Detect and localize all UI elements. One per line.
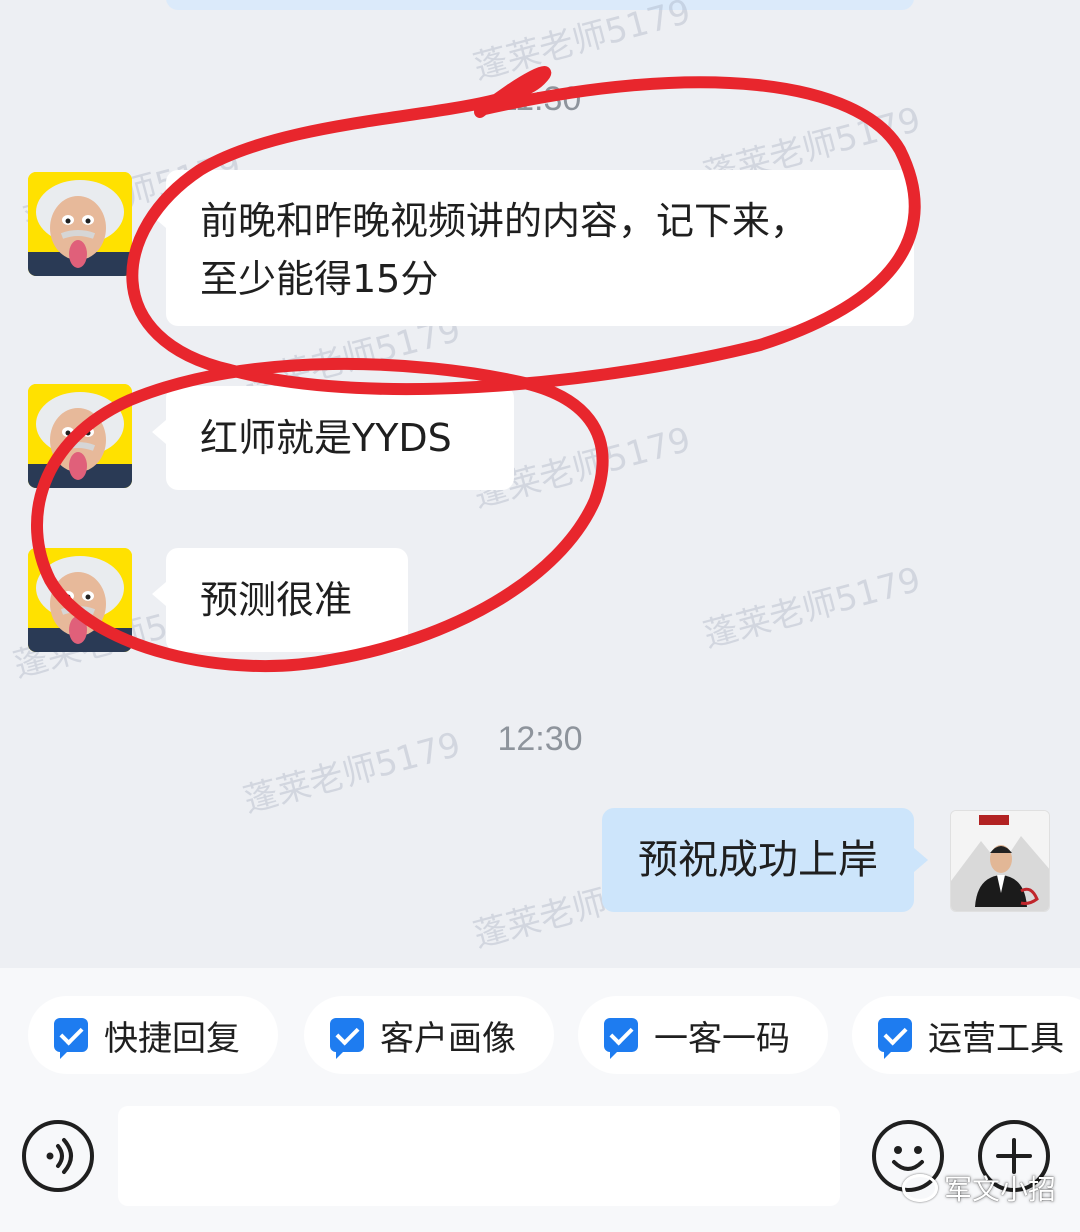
timestamp: 12:30 — [497, 720, 583, 758]
check-icon — [878, 1018, 912, 1059]
contact-avatar[interactable] — [28, 548, 132, 652]
annotation-circles — [31, 66, 921, 673]
chip-label: 一客一码 — [654, 1018, 790, 1059]
chip-label: 快捷回复 — [104, 1018, 240, 1059]
watermark: 蓬莱老师5179 — [469, 0, 695, 88]
message-bubble[interactable]: 红师就是YYDS — [152, 386, 514, 490]
message-text: 红师就是YYDS — [200, 416, 452, 460]
voice-button[interactable] — [22, 1120, 94, 1192]
voice-icon — [46, 1138, 73, 1174]
message-input[interactable] — [118, 1106, 840, 1206]
contact-avatar[interactable] — [28, 384, 132, 488]
self-avatar[interactable] — [950, 810, 1050, 912]
brand-watermark-text: 军文小招 — [944, 1174, 1057, 1205]
previous-message-bubble[interactable] — [166, 0, 914, 10]
watermark: 蓬莱老师5179 — [699, 559, 925, 656]
message-bubble[interactable]: 预测很准 — [152, 548, 408, 652]
check-icon — [330, 1018, 364, 1059]
chip-label: 运营工具 — [928, 1018, 1064, 1059]
message-bubble[interactable]: 前晚和昨晚视频讲的内容，记下来， 至少能得15分 — [152, 170, 914, 326]
quick-tools-bar: 快捷回复 客户画像 一客一码 运营工具 — [0, 996, 1080, 1076]
message-text: 预测很准 — [200, 578, 353, 622]
wechat-icon — [902, 1174, 938, 1202]
check-icon — [54, 1018, 88, 1059]
chip-customer-profile[interactable]: 客户画像 — [304, 996, 554, 1074]
chip-operations-tools[interactable]: 运营工具 — [852, 996, 1080, 1074]
chip-label: 客户画像 — [380, 1018, 516, 1059]
contact-avatar[interactable] — [28, 172, 132, 276]
chat-area: 蓬莱老师5179 蓬莱老师5179 蓬莱老师5179 蓬莱老师5179 蓬莱老师… — [0, 0, 1080, 968]
check-icon — [604, 1018, 638, 1059]
message-text: 预祝成功上岸 — [638, 837, 878, 883]
message-text: 前晚和昨晚视频讲的内容，记下来， 至少能得15分 — [200, 199, 809, 301]
timestamp: 11:30 — [498, 80, 582, 118]
brand-watermark: 军文小招 — [902, 1168, 1056, 1208]
self-message-bubble[interactable]: 预祝成功上岸 — [602, 808, 928, 912]
chip-one-customer-one-code[interactable]: 一客一码 — [578, 996, 828, 1074]
chip-quick-reply[interactable]: 快捷回复 — [28, 996, 278, 1074]
